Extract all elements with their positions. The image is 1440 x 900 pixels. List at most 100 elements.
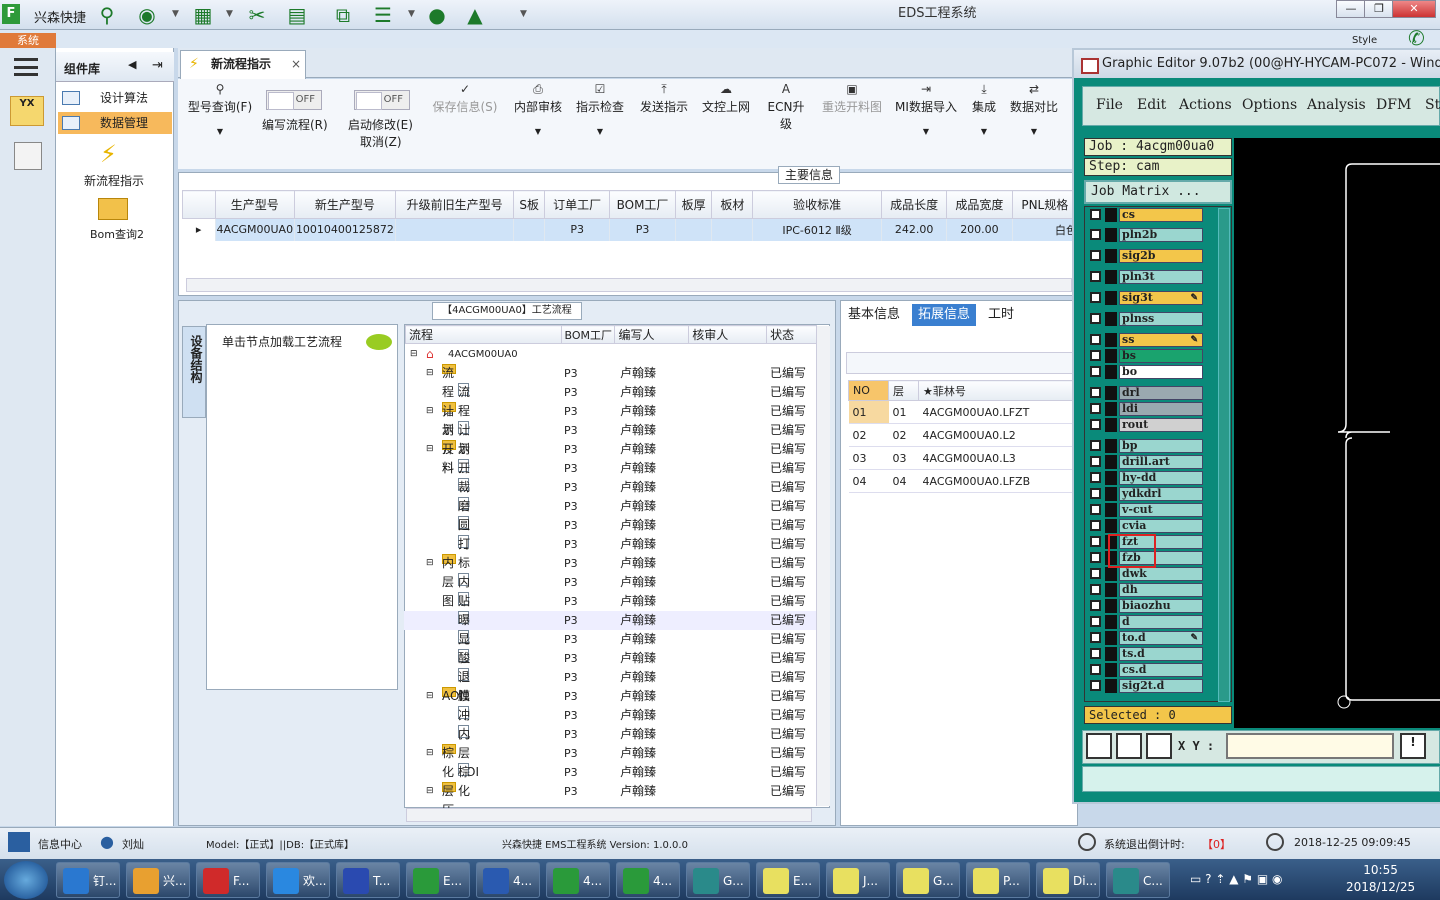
tree-row[interactable]: 退膜 P3 卢翰臻 已编写 [404, 668, 816, 703]
collapse-icon[interactable]: ⊟ [426, 402, 434, 421]
layer-checkbox[interactable] [1090, 419, 1101, 430]
table-row[interactable]: 02 02 4ACGM00UA0.L2 [848, 423, 1078, 447]
layer-name[interactable]: cs.d [1119, 663, 1203, 677]
taskbar-item[interactable]: 4... [616, 862, 680, 898]
lightning-icon[interactable]: ⚡ [100, 140, 117, 168]
taskbar-item[interactable]: E... [406, 862, 470, 898]
taskbar-item[interactable]: F... [196, 862, 260, 898]
tree-row[interactable]: ⊟层压P3卢翰臻已编写 [404, 782, 816, 817]
taskbar-item[interactable]: 兴... [126, 862, 190, 898]
layer-checkbox[interactable] [1090, 504, 1101, 515]
layer-row[interactable]: sig3t ✎ [1087, 291, 1203, 305]
layer-row[interactable]: sig2t.d [1087, 679, 1203, 693]
collapse-icon[interactable]: ⊟ [426, 364, 434, 383]
tree-row[interactable]: ⊟ 棕化 P3 卢翰臻 已编写 [404, 744, 816, 779]
table-cell[interactable]: 4ACGM00UA0.LFZT [918, 400, 1078, 424]
job-matrix-button[interactable]: Job Matrix ... [1084, 180, 1232, 204]
column-header[interactable]: 成品长度 [880, 190, 948, 219]
table-row[interactable]: ▸ 4ACGM00UA0 10010400125872 P3 P3 IPC-60… [182, 218, 1079, 241]
layer-name[interactable]: dh [1119, 583, 1203, 597]
layer-row[interactable]: drill.art [1087, 455, 1203, 469]
alert-icon[interactable]: ! [1400, 733, 1426, 759]
chevron-down-icon[interactable]: ▼ [520, 9, 527, 19]
table-cell[interactable]: 4ACGM00UA0.L2 [918, 423, 1078, 447]
tab-equipment-structure[interactable]: 设备结构 [182, 326, 206, 418]
layer-name[interactable]: bp [1119, 439, 1203, 453]
taskbar-item[interactable]: 4... [546, 862, 610, 898]
layer-checkbox[interactable] [1090, 456, 1101, 467]
layer-name[interactable]: rout [1119, 418, 1203, 432]
xy-input[interactable] [1226, 733, 1394, 759]
layer-row[interactable]: pln3t [1087, 270, 1203, 284]
menu-dfm[interactable]: DFM [1376, 97, 1411, 113]
layer-row[interactable]: drl [1087, 386, 1203, 400]
layer-row[interactable]: plnss [1087, 312, 1203, 326]
taskbar-item[interactable]: 欢... [266, 862, 330, 898]
layer-checkbox[interactable] [1090, 366, 1101, 377]
taskbar-item[interactable]: C... [1106, 862, 1170, 898]
user-icon[interactable]: ● [424, 3, 450, 27]
collapse-icon[interactable]: ⊟ [426, 554, 434, 573]
layer-checkbox[interactable] [1090, 292, 1101, 303]
info-center-link[interactable]: 信息中心 [38, 836, 82, 852]
grid-icon[interactable]: ▦ [190, 3, 216, 27]
layer-name[interactable]: hy-dd [1119, 471, 1203, 485]
column-header[interactable]: 验收标准 [752, 190, 882, 219]
layer-checkbox[interactable] [1090, 520, 1101, 531]
ecn-upgrade-button[interactable]: A ECN升级 [762, 82, 810, 132]
layer-checkbox[interactable] [1090, 664, 1101, 675]
tree-row[interactable]: ⊟计划投料P3卢翰臻已编写 [404, 402, 816, 475]
layer-name[interactable]: bo [1119, 365, 1203, 379]
column-header[interactable]: NO [848, 380, 889, 401]
taskbar-item[interactable]: T... [336, 862, 400, 898]
maximize-button[interactable]: ❐ [1364, 0, 1394, 18]
doc-control-upload-button[interactable]: ☁ 文控上网 [700, 82, 752, 115]
tray-icons[interactable]: ▭ ? ⇡ ▲ ⚑ ▣ ◉ [1190, 872, 1282, 886]
table-cell[interactable]: 4ACGM00UA0 [215, 218, 295, 241]
tree-root[interactable]: ⊟ ⌂ 4ACGM00UA0 [404, 345, 816, 364]
menu-options[interactable]: Options [1242, 97, 1297, 113]
layer-row[interactable]: ldi [1087, 402, 1203, 416]
snap-icon[interactable] [1086, 733, 1112, 759]
layer-row[interactable]: biaozhu [1087, 599, 1203, 613]
chevron-down-icon[interactable]: ▼ [226, 9, 233, 19]
layer-row[interactable]: v-cut [1087, 503, 1203, 517]
layer-name[interactable]: bs [1119, 349, 1203, 363]
table-cell[interactable]: 01 [848, 400, 889, 424]
layer-name[interactable]: plnss [1119, 312, 1203, 326]
layer-row[interactable]: ss ✎ [1087, 333, 1203, 347]
column-header[interactable]: 层 [888, 380, 919, 401]
column-header[interactable]: ★菲林号 [918, 380, 1078, 401]
tree-row[interactable]: 棕化 P3 卢翰臻 已编写 [404, 763, 816, 798]
horizontal-scrollbar[interactable] [186, 278, 1072, 292]
integrate-button[interactable]: ⤓ 集成 ▼ [968, 82, 1000, 136]
layer-checkbox[interactable] [1090, 440, 1101, 451]
table-cell[interactable]: 02 [848, 423, 889, 447]
layer-row[interactable]: sig2b [1087, 249, 1203, 263]
collapse-icon[interactable]: ⊟ [426, 782, 434, 801]
table-cell[interactable]: IPC-6012 Ⅱ级 [752, 218, 882, 241]
layer-name[interactable]: sig2b [1119, 249, 1203, 263]
tab-work-hours[interactable]: 工时 [988, 304, 1014, 326]
reselect-cutting-chart-button[interactable]: ▣ 重选开料图 [820, 82, 884, 115]
scissors-icon[interactable]: ✂ [244, 3, 270, 27]
table-cell[interactable]: 04 [848, 469, 889, 493]
taskbar-item[interactable]: 4... [476, 862, 540, 898]
layer-name[interactable]: pln2b [1119, 228, 1203, 242]
system-tab[interactable]: 系统 [0, 33, 56, 49]
layer-checkbox[interactable] [1090, 568, 1101, 579]
table-cell[interactable]: 4ACGM00UA0.L3 [918, 446, 1078, 470]
layer-row[interactable]: dh [1087, 583, 1203, 597]
tree-row[interactable]: 曝光P3卢翰臻已编写 [404, 611, 816, 646]
layer-name[interactable]: cvia [1119, 519, 1203, 533]
search-icon[interactable]: ⚲ [94, 3, 120, 27]
collapse-icon[interactable]: ⊟ [426, 687, 434, 706]
layer-checkbox[interactable] [1090, 600, 1101, 611]
column-header[interactable]: 订单工厂 [544, 190, 611, 219]
tree-row[interactable]: 计划投料P3卢翰臻已编写 [404, 421, 816, 494]
column-header[interactable]: 新生产型号 [293, 190, 396, 219]
instruction-check-button[interactable]: ☑ 指示检查 ▼ [574, 82, 626, 136]
graphic-canvas[interactable] [1234, 138, 1440, 728]
film-icon[interactable]: ▤ [284, 3, 310, 27]
taskbar-item[interactable]: J... [826, 862, 890, 898]
